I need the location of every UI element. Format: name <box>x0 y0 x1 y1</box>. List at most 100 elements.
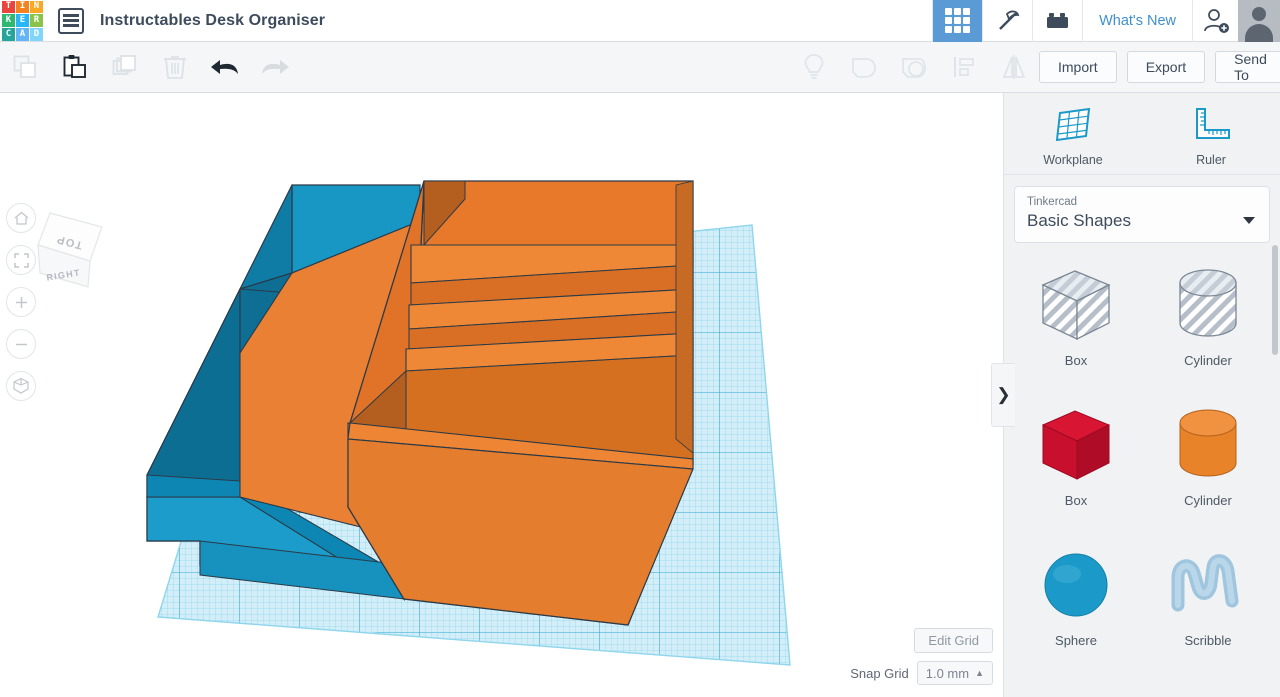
3d-viewport[interactable]: TOP RIGHT Edit Grid Snap Grid 1.0 mm ▲ <box>0 93 1003 697</box>
logo-tile-5: R <box>30 14 43 27</box>
undo-button[interactable] <box>200 42 250 93</box>
mirror-button[interactable] <box>989 42 1039 93</box>
shape-box-red[interactable]: Box <box>1010 385 1142 525</box>
redo-button[interactable] <box>250 42 300 93</box>
paste-icon <box>63 55 86 78</box>
main-toolbar: Import Export Send To <box>0 42 1280 93</box>
shape-library-name: Basic Shapes <box>1027 211 1131 230</box>
collapse-panel-button[interactable]: ❯ <box>991 363 1015 427</box>
chevron-up-icon: ▲ <box>975 668 984 678</box>
edit-grid-button[interactable]: Edit Grid <box>914 628 993 653</box>
titlebar-actions: What's New <box>932 0 1280 42</box>
group-shapes-icon <box>852 58 876 78</box>
list-icon-line <box>63 24 79 27</box>
zoom-in-button[interactable] <box>6 287 36 317</box>
logo-tile-8: D <box>30 27 43 41</box>
box-hole-icon <box>1041 269 1111 340</box>
logo-tile-6: C <box>2 27 15 41</box>
codeblocks-button[interactable] <box>982 0 1032 42</box>
duplicate-button[interactable] <box>100 42 150 93</box>
align-button[interactable] <box>939 42 989 93</box>
list-icon-line <box>63 19 79 22</box>
align-icon <box>954 57 974 77</box>
snap-grid-row: Snap Grid 1.0 mm ▲ <box>850 661 993 685</box>
edit-tools <box>789 42 939 93</box>
list-icon[interactable] <box>58 7 84 34</box>
minus-icon <box>15 343 27 345</box>
page-title[interactable]: Instructables Desk Organiser <box>100 12 325 30</box>
tinkercad-app: T I N K E R C A D Instructables Desk Org… <box>0 0 1280 697</box>
3d-scene[interactable] <box>0 93 1003 697</box>
group-button[interactable] <box>839 42 889 93</box>
orthographic-toggle-button[interactable] <box>6 371 36 401</box>
workplane-grid-icon <box>1055 107 1091 142</box>
shape-library-owner: Tinkercad <box>1027 196 1078 208</box>
delete-button[interactable] <box>150 42 200 93</box>
fit-view-icon <box>13 252 29 268</box>
ruler-tool-label: Ruler <box>1196 153 1226 167</box>
shape-sphere-blue[interactable]: Sphere <box>1010 525 1142 665</box>
ungroup-button[interactable] <box>889 42 939 93</box>
home-icon <box>14 211 28 225</box>
shape-cylinder-orange[interactable]: Cylinder <box>1142 385 1274 525</box>
cylinder-hole-icon <box>1179 268 1237 337</box>
shape-label: Scribble <box>1184 632 1232 648</box>
grid-icon <box>945 8 971 33</box>
lightbulb-icon <box>804 54 824 79</box>
person-add-icon[interactable] <box>1192 0 1238 42</box>
logo-tile-0: T <box>2 0 15 14</box>
snap-grid-select[interactable]: 1.0 mm ▲ <box>916 661 993 685</box>
logo-tile-1: I <box>16 0 29 14</box>
copy-icon <box>13 55 36 78</box>
home-view-button[interactable] <box>6 203 36 233</box>
scribble-icon <box>1171 553 1239 611</box>
workplane-tool[interactable]: Workplane <box>1004 93 1142 174</box>
undo-arrow-icon <box>211 60 238 74</box>
panel-scrollbar[interactable] <box>1272 245 1278 355</box>
paste-button[interactable] <box>50 42 100 93</box>
shape-label: Box <box>1064 352 1088 368</box>
shape-library-select[interactable]: Tinkercad Basic Shapes <box>1014 186 1270 243</box>
duplicate-icon <box>112 55 136 75</box>
logo-tile-3: K <box>2 14 15 27</box>
arrange-tools <box>939 42 1039 93</box>
plus-icon <box>15 296 27 308</box>
hide-button[interactable] <box>789 42 839 93</box>
import-button[interactable]: Import <box>1039 51 1117 83</box>
sphere-blue-icon <box>1044 553 1108 616</box>
shapes-row: Sphere Scribble <box>1010 525 1274 665</box>
shape-label: Sphere <box>1055 632 1097 648</box>
whats-new-link[interactable]: What's New <box>1082 0 1192 42</box>
shape-scribble[interactable]: Scribble <box>1142 525 1274 665</box>
ruler-icon <box>1196 108 1230 139</box>
fit-to-view-button[interactable] <box>6 245 36 275</box>
export-button[interactable]: Export <box>1126 51 1206 83</box>
shapes-grid: Box Cylinder Box Cylinder Sphere Scribbl… <box>1010 245 1274 697</box>
ungroup-shapes-icon <box>902 58 926 78</box>
blocks-button[interactable] <box>1032 0 1082 42</box>
shape-cylinder-hole[interactable]: Cylinder <box>1142 245 1274 385</box>
panel-tools: Workplane Ruler <box>1004 93 1280 175</box>
send-to-button[interactable]: Send To <box>1215 51 1280 83</box>
snap-grid-value: 1.0 mm <box>925 665 970 681</box>
copy-button[interactable] <box>0 42 50 93</box>
grid-controls: Edit Grid Snap Grid 1.0 mm ▲ <box>850 628 993 685</box>
box-red-icon <box>1041 409 1111 480</box>
cube-perspective-icon <box>13 377 29 394</box>
shapes-row: Box Cylinder <box>1010 385 1274 525</box>
design-grid-button[interactable] <box>932 0 983 42</box>
redo-arrow-icon <box>262 60 289 74</box>
shape-label: Cylinder <box>1184 492 1232 508</box>
logo-tile-2: N <box>30 0 43 14</box>
shape-box-hole[interactable]: Box <box>1010 245 1142 385</box>
shape-label: Cylinder <box>1184 352 1232 368</box>
logo-tile-4: E <box>16 14 29 27</box>
avatar[interactable] <box>1238 0 1280 42</box>
ruler-tool[interactable]: Ruler <box>1142 93 1280 174</box>
logo-tile-7: A <box>16 27 29 41</box>
zoom-out-button[interactable] <box>6 329 36 359</box>
shapes-row: Box Cylinder <box>1010 245 1274 385</box>
io-buttons: Import Export Send To <box>1039 51 1280 83</box>
tinkercad-logo[interactable]: T I N K E R C A D <box>0 0 44 42</box>
shape-label: Box <box>1064 492 1088 508</box>
